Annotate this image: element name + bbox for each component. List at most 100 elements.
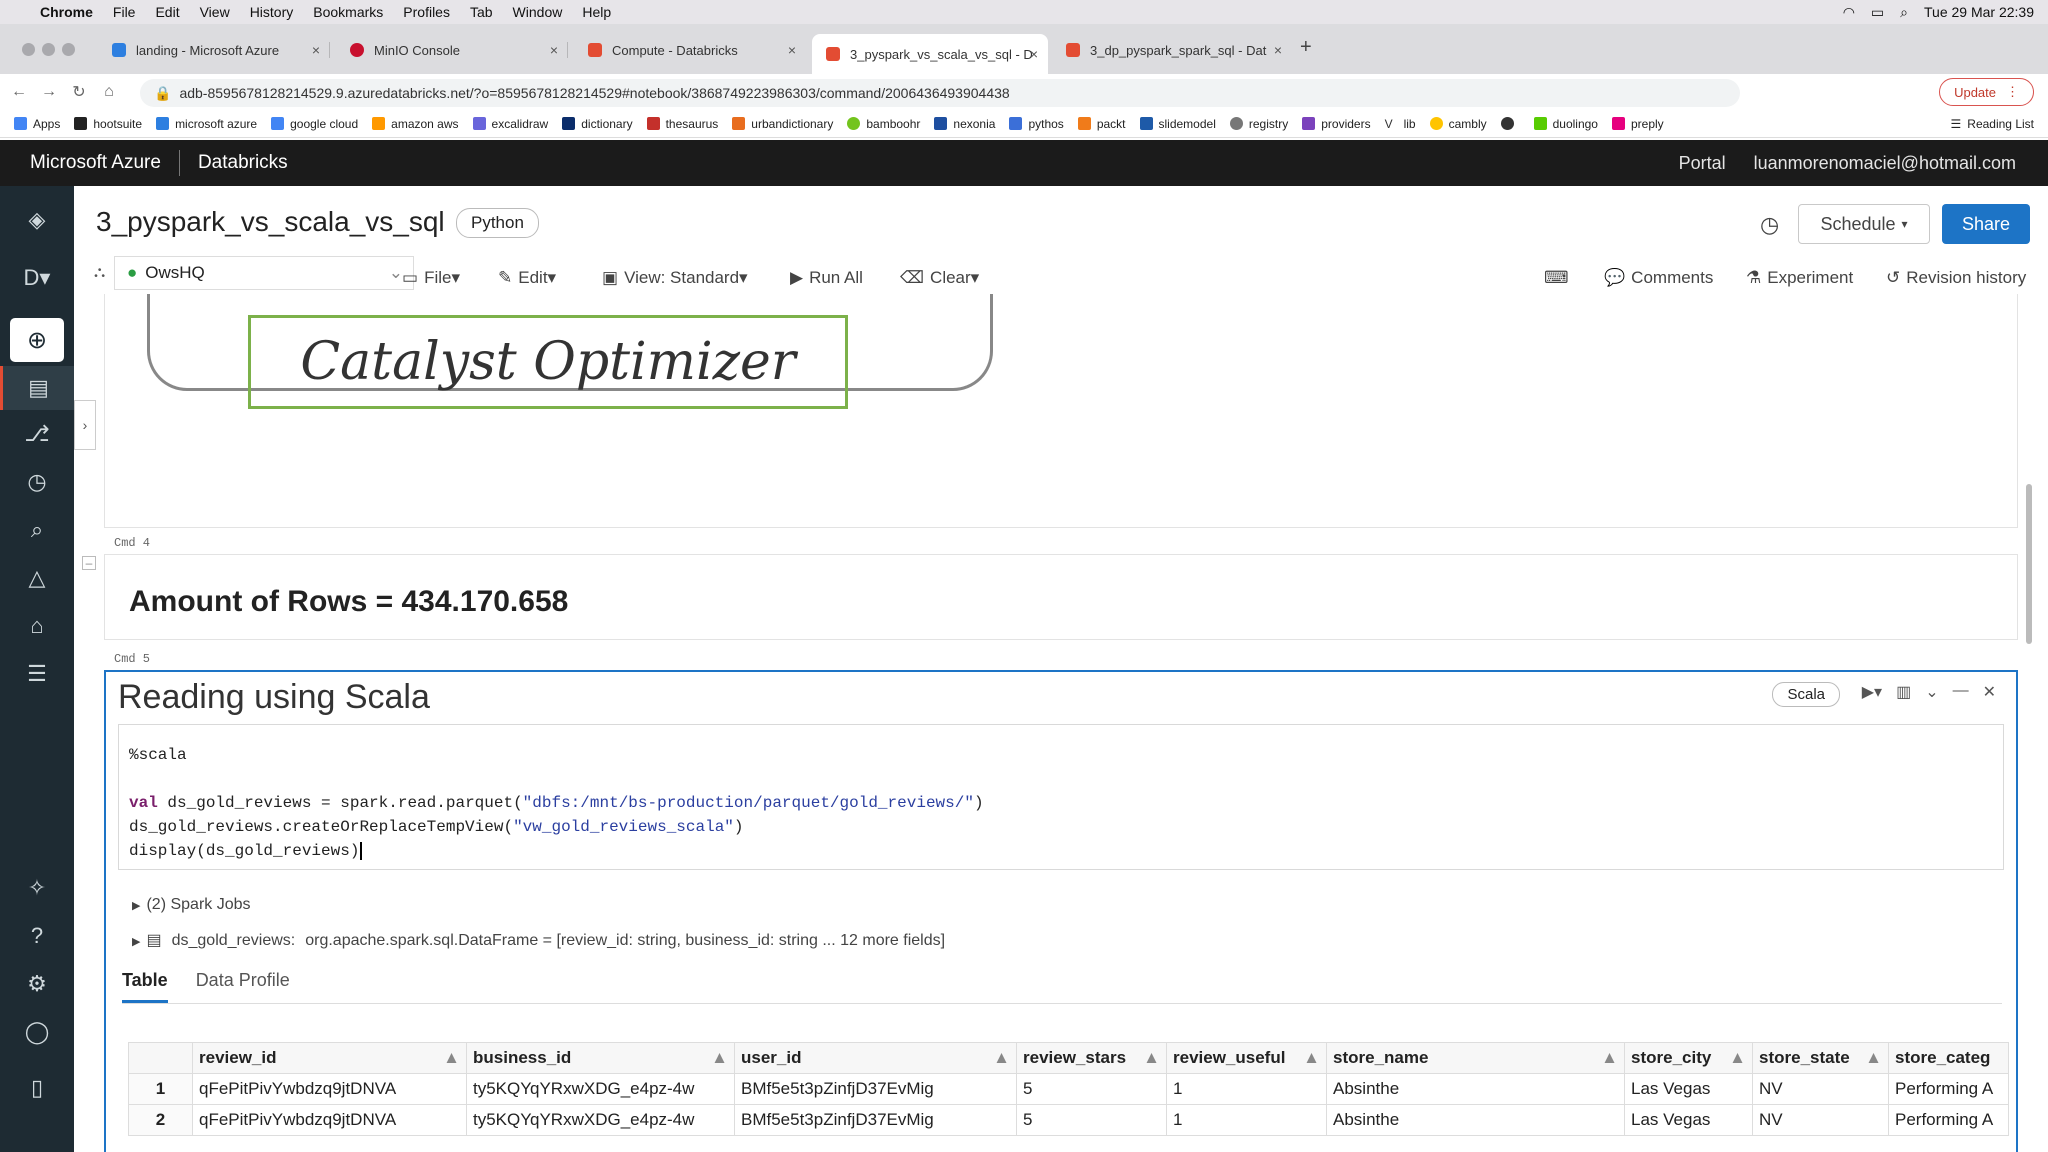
browser-tab-notebook-active[interactable]: 3_pyspark_vs_scala_vs_sql - D ×	[812, 34, 1048, 74]
bookmark-apps[interactable]: Apps	[14, 117, 60, 131]
collapse-icon[interactable]: –	[82, 556, 96, 570]
browser-tab-compute[interactable]: Compute - Databricks ×	[574, 34, 806, 66]
column-header[interactable]: store_city ▲	[1624, 1042, 1753, 1074]
run-all-button[interactable]: ▶ Run All	[790, 266, 863, 290]
bookmark-pythos[interactable]: pythos	[1009, 117, 1064, 131]
close-icon[interactable]: ×	[1274, 42, 1282, 58]
search-icon[interactable]: ⌕	[0, 508, 74, 552]
data-icon[interactable]: △	[0, 556, 74, 600]
view-menu[interactable]: ▣ View: Standard ▾	[602, 266, 748, 290]
code-editor[interactable]: %scala val ds_gold_reviews = spark.read.…	[118, 724, 2004, 870]
minimize-icon[interactable]: —	[1953, 682, 1969, 702]
workspace-icon[interactable]: ▤	[0, 366, 74, 410]
window-zoom-button[interactable]	[62, 43, 75, 56]
bookmark-excalidraw[interactable]: excalidraw	[472, 117, 548, 131]
window-minimize-button[interactable]	[42, 43, 55, 56]
forward-icon[interactable]: →	[38, 83, 60, 101]
reading-list[interactable]: ☰ Reading List	[1951, 117, 2034, 131]
menu-edit[interactable]: Edit	[155, 4, 179, 20]
scala-cell[interactable]: Reading using Scala Scala ▶▾ ▥ ⌄ — ✕ %sc…	[104, 670, 2018, 1152]
layers-icon[interactable]: ◈	[0, 198, 74, 242]
tab-table[interactable]: Table	[122, 970, 168, 1003]
dataframe-schema-toggle[interactable]: ▶ ▤ ds_gold_reviews: org.apache.spark.sql.D…	[132, 930, 945, 950]
chevron-down-icon[interactable]: ⌄	[1925, 682, 1938, 702]
menu-help[interactable]: Help	[582, 4, 611, 20]
expand-panel-button[interactable]: ›	[74, 400, 96, 450]
revision-history-button[interactable]: ↺ Revision history	[1886, 266, 2026, 290]
new-tab-button[interactable]: +	[1300, 36, 1312, 59]
menu-view[interactable]: View	[200, 4, 230, 20]
bookmark-urbandictionary[interactable]: urbandictionary	[732, 117, 833, 131]
clock-text[interactable]: Tue 29 Mar 22:39	[1924, 4, 2034, 20]
update-button[interactable]: Update ⋮	[1939, 78, 2034, 106]
close-icon[interactable]: ✕	[1983, 682, 1996, 702]
bookmark-gcloud[interactable]: google cloud	[271, 117, 358, 131]
close-icon[interactable]: ×	[1030, 46, 1038, 62]
schedule-button[interactable]: Schedule ▾	[1798, 204, 1930, 244]
browser-tab-azure[interactable]: landing - Microsoft Azure ×	[98, 34, 330, 66]
bookmark-thesaurus[interactable]: thesaurus	[646, 117, 718, 131]
experiment-button[interactable]: ⚗ Experiment	[1746, 266, 1853, 290]
jobs-icon[interactable]: ☰	[0, 652, 74, 696]
menu-profiles[interactable]: Profiles	[403, 4, 450, 20]
file-menu[interactable]: ▭ File ▾	[402, 266, 460, 290]
bookmark-bamboohr[interactable]: bamboohr	[847, 117, 920, 131]
history-icon[interactable]: ◷	[1760, 212, 1779, 238]
cell-title[interactable]: Reading using Scala	[118, 678, 430, 717]
column-header[interactable]: review_stars ▲	[1016, 1042, 1167, 1074]
close-icon[interactable]: ×	[312, 42, 320, 58]
bookmark-hootsuite[interactable]: hootsuite	[74, 117, 142, 131]
create-icon[interactable]: ⊕	[10, 318, 64, 362]
bookmark-dictionary[interactable]: dictionary	[562, 117, 633, 131]
scrollbar[interactable]	[2026, 484, 2032, 644]
user-email[interactable]: luanmorenomaciel@hotmail.com	[1754, 153, 2016, 174]
back-icon[interactable]: ←	[8, 83, 30, 101]
bookmark-preply[interactable]: preply	[1611, 117, 1664, 131]
image-cell[interactable]: Catalyst Optimizer	[104, 294, 2018, 528]
comments-button[interactable]: 💬 Comments	[1604, 266, 1713, 290]
bookmark-slidemodel[interactable]: slidemodel	[1139, 117, 1216, 131]
bookmark-unnamed[interactable]	[1500, 117, 1520, 130]
tab-data-profile[interactable]: Data Profile	[196, 970, 290, 1003]
help-icon[interactable]: ?	[0, 914, 74, 958]
data-science-icon[interactable]: D▾	[0, 256, 74, 300]
column-header[interactable]: store_categ	[1888, 1042, 2009, 1074]
repos-icon[interactable]: ⎇	[0, 412, 74, 456]
portal-link[interactable]: Portal	[1679, 153, 1726, 174]
column-header[interactable]: store_state ▲	[1752, 1042, 1889, 1074]
keyboard-icon[interactable]: ⌨	[1544, 266, 1569, 290]
close-icon[interactable]: ×	[788, 42, 796, 58]
close-icon[interactable]: ×	[550, 42, 558, 58]
browser-tab-minio[interactable]: MinIO Console ×	[336, 34, 568, 66]
bookmark-azure[interactable]: microsoft azure	[156, 117, 257, 131]
bookmark-nexonia[interactable]: nexonia	[934, 117, 995, 131]
bookmark-duolingo[interactable]: duolingo	[1533, 117, 1598, 131]
browser-tab-notebook2[interactable]: 3_dp_pyspark_spark_sql - Dat ×	[1052, 34, 1292, 66]
menu-app[interactable]: Chrome	[40, 4, 93, 20]
share-button[interactable]: Share	[1942, 204, 2030, 244]
menu-tab[interactable]: Tab	[470, 4, 493, 20]
url-bar[interactable]: 🔒 adb-8595678128214529.9.azuredatabricks…	[140, 79, 1740, 107]
run-cell-icon[interactable]: ▶▾	[1862, 682, 1882, 702]
column-header[interactable]: user_id ▲	[734, 1042, 1017, 1074]
chart-icon[interactable]: ▥	[1896, 682, 1911, 702]
language-pill[interactable]: Python	[456, 208, 539, 238]
bookmark-registry[interactable]: registry	[1229, 117, 1288, 131]
settings-icon[interactable]: ⚙	[0, 962, 74, 1006]
menu-bookmarks[interactable]: Bookmarks	[313, 4, 383, 20]
partner-icon[interactable]: ✧	[0, 866, 74, 910]
sidebar-toggle-icon[interactable]: ▯	[0, 1066, 74, 1110]
cell-language-pill[interactable]: Scala	[1772, 682, 1840, 707]
bookmark-packt[interactable]: packt	[1077, 117, 1126, 131]
recents-icon[interactable]: ◷	[0, 460, 74, 504]
bookmark-providers[interactable]: providers	[1302, 117, 1371, 131]
battery-icon[interactable]: ▭	[1871, 4, 1884, 21]
menu-history[interactable]: History	[250, 4, 294, 20]
wifi-icon[interactable]: ◠	[1843, 4, 1855, 21]
menu-window[interactable]: Window	[513, 4, 563, 20]
clear-menu[interactable]: ⌫ Clear ▾	[900, 266, 979, 290]
bookmark-cambly[interactable]: cambly	[1429, 117, 1487, 131]
spark-jobs-toggle[interactable]: ▶ (2) Spark Jobs	[132, 896, 251, 914]
window-close-button[interactable]	[22, 43, 35, 56]
bookmark-lib[interactable]: Vlib	[1384, 117, 1416, 131]
